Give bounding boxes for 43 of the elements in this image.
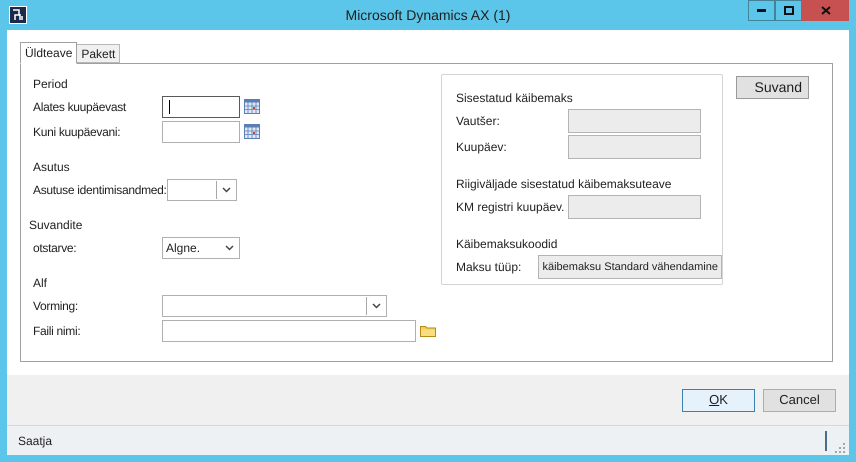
input-field[interactable]	[162, 96, 240, 118]
section-heading: Suvandite	[29, 217, 82, 234]
field-label: Kuni kuupäevani:	[33, 124, 122, 140]
combo-box[interactable]	[166, 178, 237, 200]
combo-box[interactable]	[162, 294, 387, 316]
window-title: Microsoft Dynamics AX (1)	[344, 6, 512, 25]
field-label: Asutuse identimisandmed:	[33, 182, 167, 198]
close-button[interactable]	[802, 0, 849, 21]
combo-box[interactable]: Algne.	[162, 236, 240, 258]
calendar-icon[interactable]	[244, 124, 260, 139]
maximize-button[interactable]	[775, 0, 802, 21]
input-field[interactable]	[162, 320, 416, 342]
ok-button[interactable]: OK	[682, 388, 755, 412]
section-heading: Alf	[33, 275, 48, 292]
section-heading: Sisestatud käibemaks	[456, 90, 573, 107]
field-label: Faili nimi:	[33, 322, 82, 340]
tab[interactable]: Pakett	[77, 44, 120, 63]
app-icon[interactable]	[9, 6, 27, 24]
status-divider	[825, 430, 827, 450]
field-label: KM registri kuupäev.	[456, 199, 566, 216]
section-heading: Asutus	[33, 159, 70, 176]
field-label: Maksu tüüp:	[456, 259, 522, 276]
status-text: Saatja	[18, 432, 52, 450]
close-icon	[820, 6, 830, 15]
minimize-icon	[757, 9, 766, 12]
calendar-icon[interactable]	[244, 99, 260, 114]
options-button[interactable]: Suvand	[736, 76, 809, 99]
input-field[interactable]	[162, 120, 240, 142]
field-label: Alates kuupäevast	[33, 98, 128, 116]
section-heading: Riigiväljade sisestatud käibemaksuteave	[456, 176, 672, 193]
resize-grip-icon[interactable]	[835, 443, 845, 453]
folder-icon[interactable]	[420, 324, 436, 336]
field-label: Vautšer:	[456, 113, 501, 130]
section-heading: Käibemaksukoodid	[456, 236, 558, 253]
section-heading: Period	[33, 76, 68, 93]
cancel-button[interactable]: Cancel	[763, 388, 836, 412]
tab[interactable]: Üldteave	[20, 42, 78, 64]
field-label: Kuupäev:	[456, 139, 508, 156]
field-label: Vorming:	[33, 298, 79, 314]
text-cursor	[169, 100, 170, 114]
field-label: otstarve:	[33, 240, 78, 256]
maximize-icon	[784, 6, 794, 15]
minimize-button[interactable]	[748, 0, 775, 21]
